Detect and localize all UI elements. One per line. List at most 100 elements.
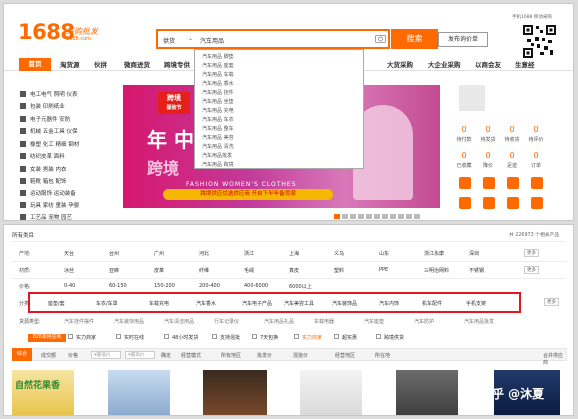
confirm-button[interactable]: 确定 [161, 352, 171, 359]
filter-option[interactable]: 汽车清洁用品 [164, 318, 194, 325]
nav-huopin[interactable]: 伙拼 [94, 59, 107, 69]
more-button[interactable]: 更多 [524, 266, 539, 274]
suggestion-item[interactable]: 汽车用品 美容 [202, 134, 234, 141]
nav-home[interactable]: 首页 [19, 58, 51, 71]
filter-option[interactable]: 0-40 [64, 283, 75, 289]
banner-cta[interactable]: 跨境供应优选供应商 开启下半年备货潮 [163, 189, 333, 200]
filter-option[interactable]: 400-6000 [244, 283, 268, 289]
filter-option[interactable]: 塑料 [334, 267, 344, 274]
sort-sales[interactable]: 成交额 [41, 352, 56, 359]
carousel-dot[interactable] [414, 214, 420, 219]
carousel-dot[interactable] [334, 214, 340, 219]
filter-option[interactable]: 汽车座垫 [364, 318, 384, 325]
product-thumbnail[interactable] [300, 370, 362, 415]
filter-option[interactable]: 山东 [379, 250, 389, 257]
location[interactable]: 所在地 [375, 352, 390, 359]
stat-number[interactable]: 0 [478, 125, 498, 134]
filter-option[interactable]: 汽车内饰 [379, 300, 399, 307]
search-box[interactable]: 供货 ⌄ 汽车用品 [156, 29, 390, 49]
filter-option[interactable]: 皮革 [154, 267, 164, 274]
suggestion-item[interactable]: 汽车用品 脚垫 [202, 53, 234, 60]
filter-checkbox[interactable] [376, 334, 381, 339]
wholesale-price[interactable]: 批发价 [257, 352, 272, 359]
filter-option[interactable]: 机车配件 [422, 300, 442, 307]
mixed-price[interactable]: 混批价 [293, 352, 308, 359]
filter-option[interactable]: 行车记录仪 [214, 318, 239, 325]
more-button[interactable]: 更多 [544, 298, 559, 306]
nav-dahuo[interactable]: 大货采购 [387, 59, 413, 69]
nav-weishang[interactable]: 微商进货 [124, 59, 150, 69]
category-item[interactable]: 电工电气 照明 仪表 [30, 90, 78, 98]
filter-option[interactable]: 真皮 [289, 267, 299, 274]
suggestion-item[interactable]: 汽车用品批发 [202, 152, 232, 159]
carousel-dot[interactable] [390, 214, 396, 219]
carousel-dot[interactable] [382, 214, 388, 219]
filter-option[interactable]: 三明治网料 [424, 267, 449, 274]
filter-option[interactable]: 冰丝 [64, 267, 74, 274]
filter-option[interactable]: 台州 [109, 250, 119, 257]
min-price-input[interactable]: ¥最低价 [91, 351, 121, 359]
filter-option[interactable]: 车衣/车罩 [96, 300, 118, 307]
filter-option[interactable]: 车载充电 [149, 300, 169, 307]
filter-option[interactable]: 纤维 [199, 267, 209, 274]
product-thumbnail[interactable] [203, 370, 267, 415]
service-icon[interactable] [483, 197, 495, 209]
filter-option[interactable]: 6000以上 [289, 283, 312, 290]
filter-option[interactable]: 汽车防护 [414, 318, 434, 325]
chevron-down-icon[interactable]: ⌄ [188, 35, 193, 42]
filter-option[interactable]: 河北 [199, 250, 209, 257]
category-item[interactable]: 纺织皮革 面料 [30, 152, 65, 160]
filter-option[interactable]: 200-400 [199, 283, 220, 289]
suggestion-item[interactable]: 汽车用品 香水 [202, 80, 234, 87]
filter-checkbox-label[interactable]: 实力商家 [76, 334, 96, 341]
category-item[interactable]: 机械 五金工具 仪保 [30, 127, 78, 135]
filter-option[interactable]: 座垫/套 [48, 300, 65, 307]
stat-number[interactable]: 0 [454, 151, 474, 160]
category-item[interactable]: 玩具 家纺 童装 孕婴 [30, 201, 79, 209]
filter-option[interactable]: 汽车香水 [196, 300, 216, 307]
stat-number[interactable]: 0 [526, 125, 546, 134]
service-icon[interactable] [531, 197, 543, 209]
filter-option[interactable]: 天台 [64, 250, 74, 257]
nav-shengyijing[interactable]: 生意经 [515, 59, 535, 69]
filter-checkbox-label[interactable]: 48小时发货 [172, 334, 198, 341]
filter-option[interactable]: 广州 [154, 250, 164, 257]
filter-checkbox-label[interactable]: 超实惠 [342, 334, 357, 341]
carousel-dot[interactable] [366, 214, 372, 219]
suggestion-item[interactable]: 汽车用品 清洗 [202, 143, 234, 150]
sort-comprehensive[interactable]: 综合 [12, 348, 32, 361]
suggestion-item[interactable]: 汽车用品 跨境 [202, 161, 234, 168]
stat-number[interactable]: 0 [478, 151, 498, 160]
suggestion-item[interactable]: 汽车用品 座套 [202, 62, 234, 69]
category-item[interactable]: 运动服饰 运动装备 [30, 189, 76, 197]
carousel-dot[interactable] [342, 214, 348, 219]
sort-price[interactable]: 价格 [68, 352, 78, 359]
filter-option[interactable]: 义乌 [334, 250, 344, 257]
filter-option[interactable]: 汽车挂件摆件 [64, 318, 94, 325]
camera-icon[interactable] [375, 34, 386, 43]
filter-checkbox[interactable] [334, 334, 339, 339]
stat-number[interactable]: 0 [502, 151, 522, 160]
business-region[interactable]: 经营地区 [335, 352, 355, 359]
business-mode[interactable]: 经营模式 [181, 352, 201, 359]
filter-option[interactable]: 浙江 [244, 250, 254, 257]
filter-option[interactable]: 亚麻 [109, 267, 119, 274]
filter-option[interactable]: 毛绒 [244, 267, 254, 274]
carousel-dot[interactable] [406, 214, 412, 219]
filter-option[interactable]: 汽车装饰品 [332, 300, 357, 307]
filter-checkbox-label[interactable]: 跨境供货 [384, 334, 404, 341]
search-category[interactable]: 供货 [163, 36, 175, 45]
category-item[interactable]: 包装 印刷纸业 [30, 102, 65, 110]
filter-option[interactable]: 汽车装饰用品 [114, 318, 144, 325]
product-thumbnail[interactable] [108, 370, 170, 415]
product-thumbnail[interactable] [396, 370, 458, 415]
suggestion-item[interactable]: 汽车用品 整车 [202, 125, 234, 132]
filter-option[interactable]: 汽车用品批发 [464, 318, 494, 325]
filter-checkbox-label[interactable]: 7天包换 [260, 334, 278, 341]
region-select[interactable]: 所有地区 [221, 352, 241, 359]
filter-option[interactable]: 不锈钢 [469, 267, 484, 274]
filter-option[interactable]: 汽车美容工具 [284, 300, 314, 307]
nav-yishang[interactable]: 以商会友 [475, 59, 501, 69]
product-thumbnail[interactable]: 自然花果香 [12, 370, 74, 415]
stat-number[interactable]: 0 [526, 151, 546, 160]
